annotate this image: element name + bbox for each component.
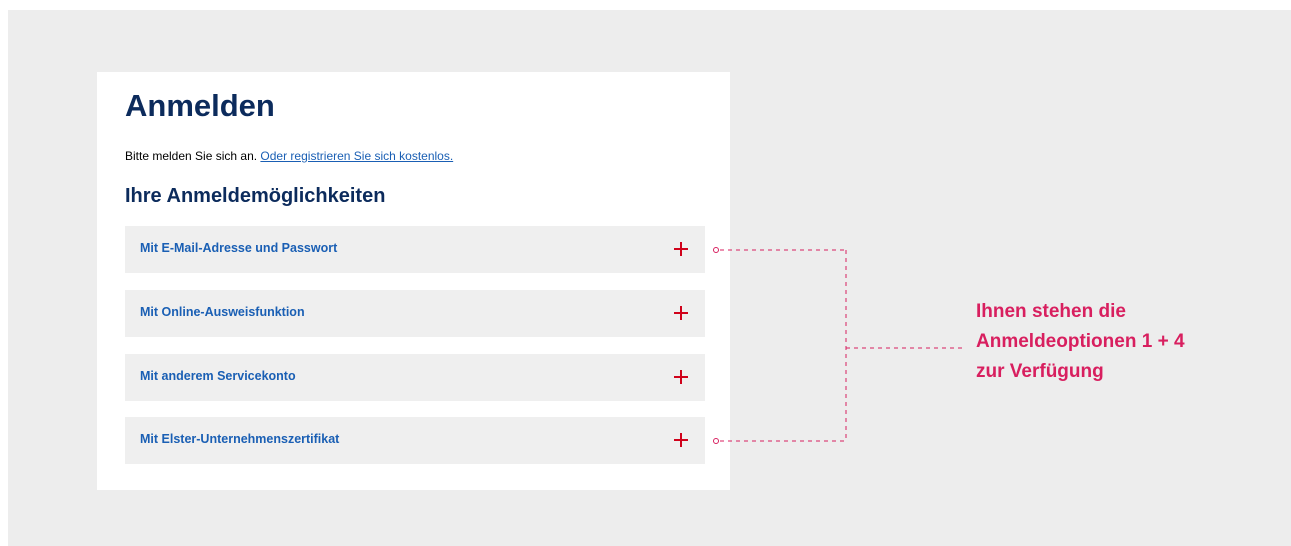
connector-dot-bottom: [713, 438, 719, 444]
annotation-text: Ihnen stehen die Anmeldeoptionen 1 + 4 z…: [976, 301, 1185, 382]
annotation-connector: [713, 247, 962, 444]
connector-dot-top: [713, 247, 719, 253]
